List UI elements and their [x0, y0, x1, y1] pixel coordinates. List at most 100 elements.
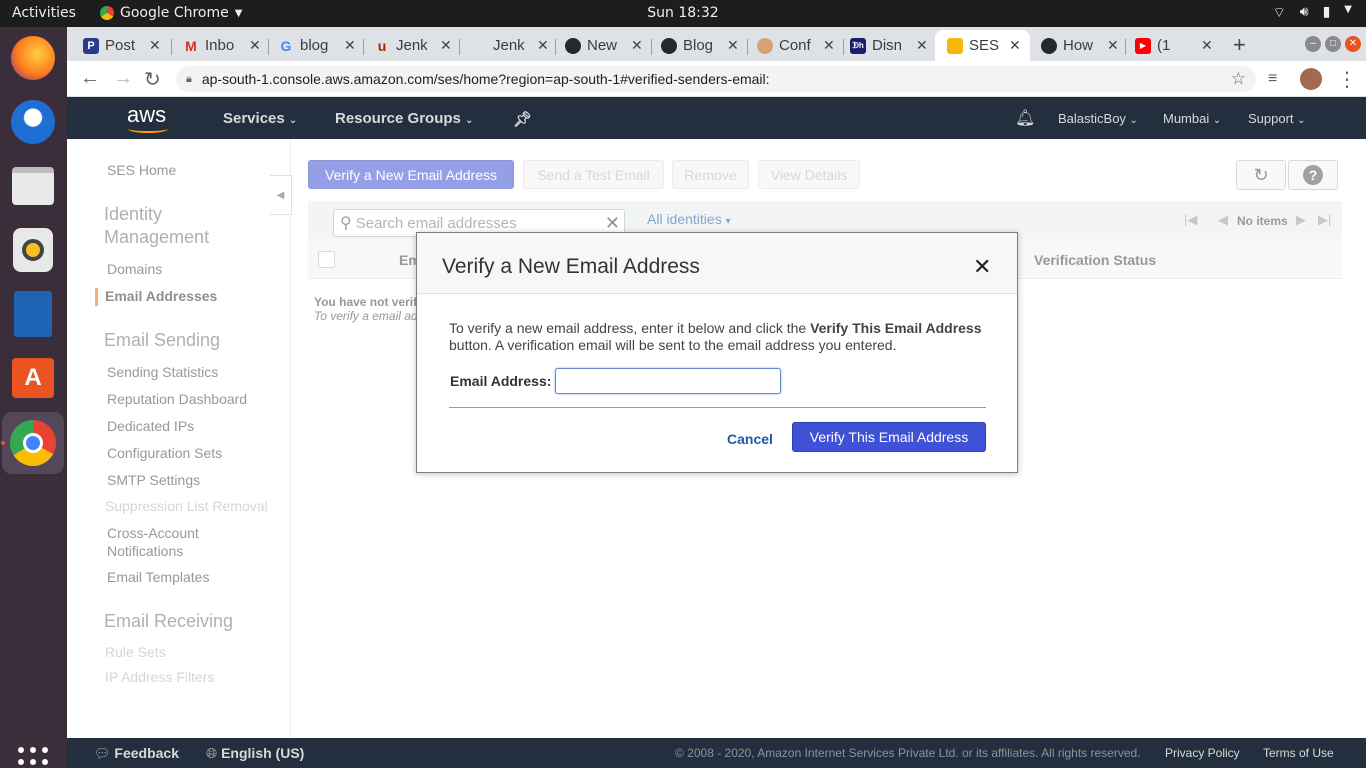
close-icon[interactable]: ✕ — [631, 37, 643, 54]
menu-kebab-icon[interactable]: ⋮ — [1337, 67, 1357, 92]
resource-groups-label: Resource Groups — [335, 110, 461, 127]
browser-tab[interactable]: Gblog ✕ — [278, 30, 356, 61]
aws-ses-icon — [947, 37, 963, 54]
browser-tab[interactable]: How ✕ — [1041, 30, 1119, 61]
browser-tab-active[interactable]: SES ✕ — [935, 30, 1030, 61]
close-icon[interactable]: ✕ — [149, 37, 161, 54]
close-window-button[interactable]: ✕ — [1345, 36, 1361, 52]
tab-label: Disn — [872, 37, 903, 54]
support-label: Support — [1248, 111, 1294, 126]
browser-tab[interactable]: P Post ✕ — [83, 30, 161, 61]
disney-icon: ᗫh — [850, 37, 866, 54]
google-icon: G — [280, 37, 292, 54]
pin-icon[interactable]: 📌︎ — [513, 110, 532, 128]
aws-logo[interactable]: aws — [127, 102, 168, 133]
support-menu[interactable]: Support ⌄ — [1248, 111, 1306, 126]
dock: A — [0, 27, 67, 768]
region-menu[interactable]: Mumbai ⌄ — [1163, 111, 1221, 126]
bookmark-star-icon[interactable]: ☆ — [1231, 69, 1246, 89]
address-bar[interactable]: 🔒︎ ap-south-1.console.aws.amazon.com/ses… — [176, 66, 1256, 92]
services-label: Services — [223, 110, 285, 127]
running-indicator — [1, 441, 5, 445]
email-address-label: Email Address: — [450, 373, 552, 389]
close-icon[interactable]: ✕ — [249, 37, 261, 54]
chrome-dock-icon[interactable] — [2, 412, 64, 474]
dialog-title: Verify a New Email Address — [442, 255, 700, 278]
terms-link[interactable]: Terms of Use — [1263, 746, 1334, 760]
back-button[interactable]: ← — [80, 67, 100, 90]
writer-icon[interactable] — [8, 289, 58, 339]
browser-tab[interactable]: ᗫh Disn ✕ — [850, 30, 928, 61]
close-icon[interactable]: ✕ — [823, 37, 835, 54]
browser-tab[interactable]: ▶ (1 ✕ — [1135, 30, 1213, 61]
feedback-label: Feedback — [114, 745, 179, 761]
browser-tab[interactable]: u Jenk ✕ — [374, 30, 452, 61]
close-icon[interactable]: ✕ — [344, 37, 356, 54]
clock[interactable]: Sun 18:32 — [0, 5, 1366, 21]
cancel-button[interactable]: Cancel — [727, 431, 773, 447]
gmail-icon: M — [185, 37, 197, 54]
close-icon[interactable]: ✕ — [440, 37, 452, 54]
privacy-link[interactable]: Privacy Policy — [1165, 746, 1240, 760]
jenkins-icon — [757, 37, 773, 54]
close-icon[interactable]: ✕ — [1009, 37, 1021, 54]
close-icon[interactable]: ✕ — [1107, 37, 1119, 54]
avatar[interactable] — [1300, 68, 1322, 90]
youtube-icon: ▶ — [1135, 37, 1151, 54]
chevron-down-icon: ⌄ — [1129, 115, 1138, 126]
tab-label: How — [1063, 37, 1094, 54]
browser-tab[interactable]: Blog ✕ — [661, 30, 739, 61]
udemy-icon: u — [377, 37, 387, 54]
media-control-icon[interactable]: ≡ — [1268, 70, 1277, 88]
email-address-field[interactable] — [555, 368, 781, 394]
firefox-icon[interactable] — [8, 33, 58, 83]
tab-label: Post — [105, 37, 136, 54]
account-menu[interactable]: BalasticBoy ⌄ — [1058, 111, 1138, 126]
postman-icon: P — [83, 37, 99, 54]
verify-email-button[interactable]: Verify This Email Address — [792, 422, 986, 452]
bell-icon[interactable]: 🔔︎ — [1015, 108, 1035, 128]
resource-groups-menu[interactable]: Resource Groups ⌄ — [335, 110, 473, 127]
chevron-down-icon: ▼ — [1344, 4, 1352, 15]
close-icon[interactable]: ✕ — [916, 37, 928, 54]
software-center-icon[interactable]: A — [8, 353, 58, 403]
close-icon[interactable]: ✕ — [1201, 37, 1213, 54]
globe-icon: 🌐︎ — [206, 745, 218, 761]
browser-tab[interactable]: New ✕ — [565, 30, 643, 61]
thunderbird-icon[interactable] — [8, 97, 58, 147]
tab-label: Jenk — [396, 37, 428, 54]
blank-icon — [471, 38, 487, 54]
browser-tab[interactable]: M Inbo ✕ — [183, 30, 261, 61]
chevron-down-icon: ⌄ — [1297, 115, 1306, 126]
feedback-link[interactable]: 💬︎ Feedback — [94, 745, 179, 762]
language-label: English (US) — [221, 745, 305, 761]
volume-icon: 🔊︎ — [1299, 4, 1309, 20]
wifi-icon: ⌔ — [1272, 5, 1286, 21]
browser-tab[interactable]: Conf ✕ — [757, 30, 835, 61]
tab-label: Inbo — [205, 37, 235, 54]
close-icon[interactable]: ✕ — [727, 37, 739, 54]
toolbar: ← → ↻ 🔒︎ ap-south-1.console.aws.amazon.c… — [67, 61, 1366, 97]
system-tray[interactable]: ⌔ 🔊︎ ▮ ▼ — [1273, 4, 1352, 22]
battery-icon: ▮ — [1322, 4, 1331, 20]
show-applications-icon[interactable] — [18, 747, 48, 768]
github-icon — [661, 37, 677, 54]
tab-label: Jenk — [493, 37, 525, 54]
files-icon[interactable] — [8, 161, 58, 211]
new-tab-button[interactable]: + — [1233, 32, 1246, 58]
account-label: BalasticBoy — [1058, 111, 1126, 126]
language-selector[interactable]: 🌐︎ English (US) — [206, 745, 304, 762]
forward-button[interactable]: → — [113, 67, 133, 90]
minimize-button[interactable]: – — [1305, 36, 1321, 52]
close-icon[interactable]: ✕ — [537, 37, 549, 54]
chevron-down-icon: ⌄ — [465, 115, 474, 126]
reload-button[interactable]: ↻ — [144, 67, 161, 92]
maximize-button[interactable]: □ — [1325, 36, 1341, 52]
dialog-description-text: To verify a new email address, enter it … — [449, 320, 811, 336]
rhythmbox-icon[interactable] — [8, 225, 58, 275]
browser-tab[interactable]: Jenk ✕ — [471, 30, 549, 61]
services-menu[interactable]: Services ⌄ — [223, 110, 297, 127]
github-icon — [1041, 37, 1057, 54]
close-icon[interactable]: ✕ — [973, 254, 991, 280]
tab-strip: P Post ✕ M Inbo ✕ Gblog ✕ u Jenk ✕ Jenk ✕ New ✕ B… — [67, 27, 1366, 61]
